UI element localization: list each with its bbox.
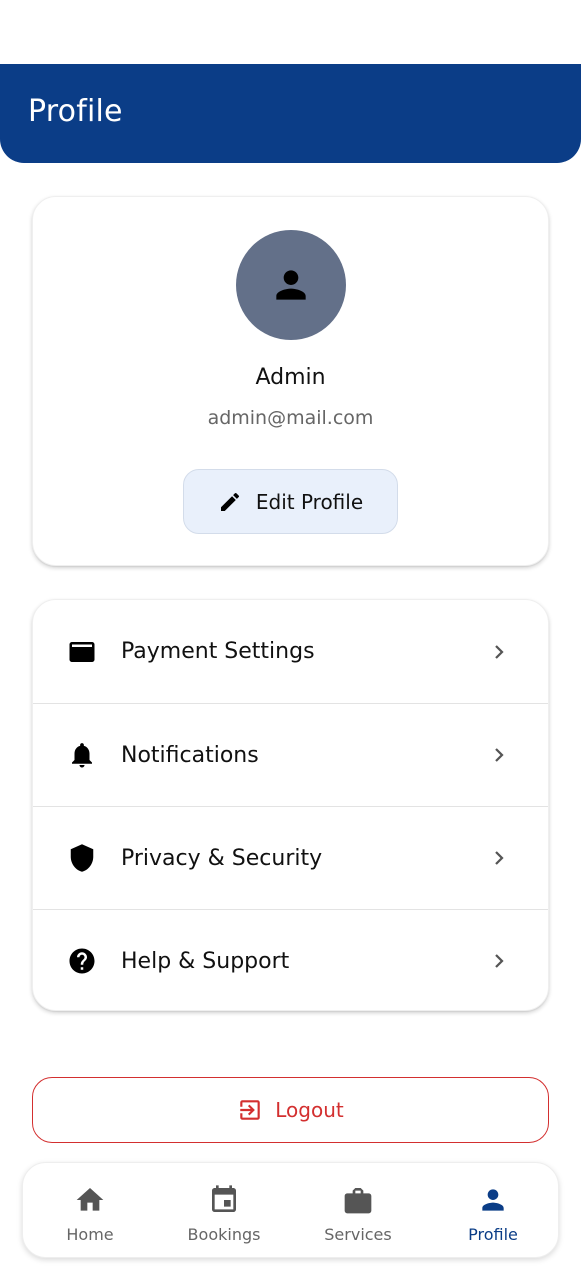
- logout-icon: [240, 1100, 260, 1120]
- settings-menu: Payment Settings Notifications Privacy &…: [32, 599, 549, 1011]
- calendar-icon: [208, 1185, 240, 1215]
- shield-icon: [67, 843, 97, 873]
- edit-profile-label: Edit Profile: [255, 489, 364, 514]
- bell-icon: [67, 740, 97, 770]
- nav-services[interactable]: Services: [298, 1163, 418, 1259]
- chevron-right-icon: [490, 643, 508, 661]
- menu-item-help-support[interactable]: Help & Support: [33, 909, 548, 1012]
- menu-item-payment-settings[interactable]: Payment Settings: [33, 600, 548, 703]
- chevron-right-icon: [490, 746, 508, 764]
- menu-item-label: Payment Settings: [121, 639, 315, 664]
- menu-item-notifications[interactable]: Notifications: [33, 703, 548, 806]
- avatar: [236, 230, 346, 340]
- nav-bookings[interactable]: Bookings: [164, 1163, 284, 1259]
- profile-email: admin@mail.com: [207, 407, 374, 429]
- logout-label: Logout: [275, 1098, 344, 1122]
- nav-label: Bookings: [187, 1225, 261, 1244]
- nav-home[interactable]: Home: [30, 1163, 150, 1259]
- edit-profile-button[interactable]: Edit Profile: [183, 469, 398, 534]
- chevron-right-icon: [490, 849, 508, 867]
- app-bar: Profile: [0, 64, 581, 163]
- logout-button[interactable]: Logout: [32, 1077, 549, 1143]
- menu-item-label: Help & Support: [121, 948, 290, 974]
- nav-label: Services: [324, 1225, 392, 1244]
- menu-item-label: Privacy & Security: [121, 845, 323, 871]
- profile-card: Admin admin@mail.com Edit Profile: [32, 196, 549, 566]
- menu-item-label: Notifications: [121, 742, 259, 768]
- nav-label: Home: [66, 1225, 114, 1244]
- chevron-right-icon: [490, 952, 508, 970]
- menu-item-privacy-security[interactable]: Privacy & Security: [33, 806, 548, 909]
- help-circle-icon: [67, 946, 97, 976]
- credit-card-icon: [67, 637, 97, 667]
- bottom-navigation: Home Bookings Services Profile: [22, 1162, 559, 1258]
- nav-label: Profile: [468, 1225, 518, 1244]
- briefcase-icon: [342, 1185, 374, 1215]
- home-icon: [74, 1185, 106, 1215]
- profile-name: Admin: [255, 365, 326, 390]
- person-icon: [477, 1185, 509, 1215]
- nav-profile[interactable]: Profile: [433, 1163, 553, 1259]
- page-title: Profile: [28, 94, 123, 129]
- person-icon: [276, 270, 306, 300]
- pencil-icon: [220, 492, 239, 511]
